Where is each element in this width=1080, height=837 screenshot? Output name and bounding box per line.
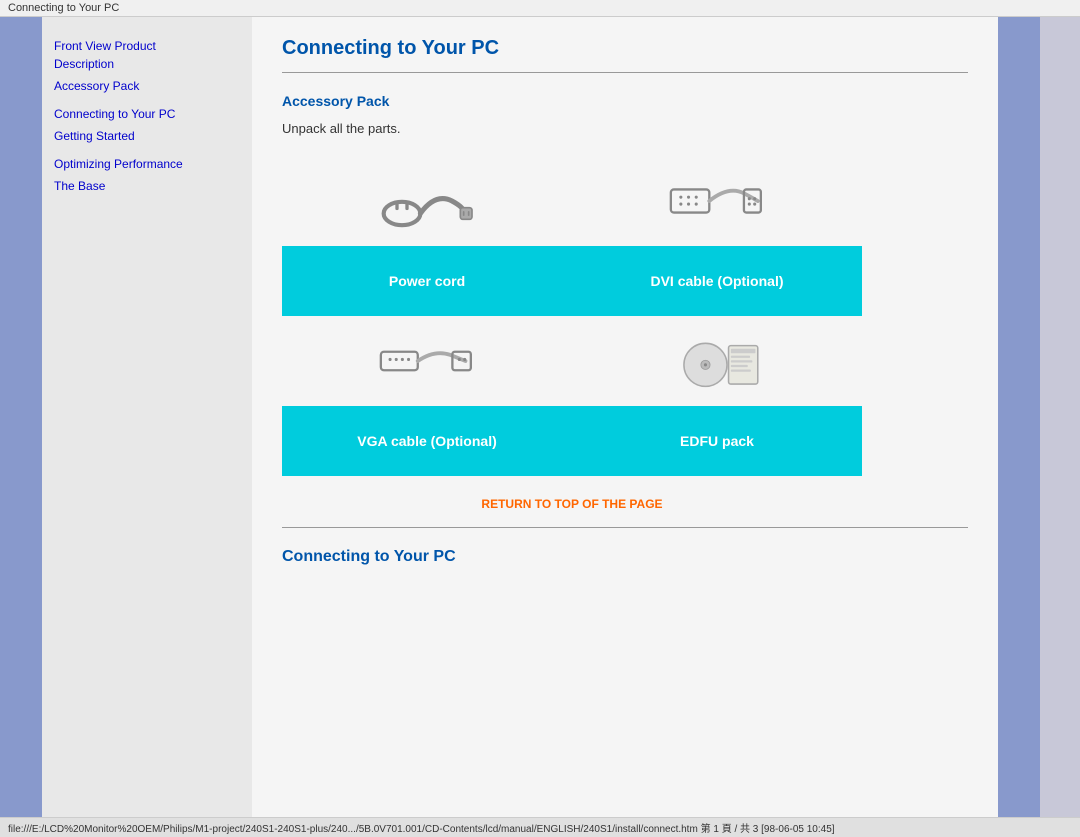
left-accent [0,17,42,817]
far-right [1040,17,1080,817]
return-link-container: RETURN TO TOP OF THE PAGE [282,496,862,511]
sidebar-item-optimizing[interactable]: Optimizing Performance [54,155,240,173]
power-cord-image [367,156,487,246]
main-content: Connecting to Your PC Accessory Pack Unp… [252,17,998,817]
sidebar-item-getting-started[interactable]: Getting Started [54,127,240,145]
title-bar: Connecting to Your PC [0,0,1080,17]
vga-cable-image [367,316,487,406]
dvi-cable-icon [667,166,767,236]
edfu-pack-label[interactable]: EDFU pack [572,406,862,476]
bottom-section-title: Connecting to Your PC [282,548,968,566]
sidebar-item-base[interactable]: The Base [54,177,240,195]
power-cord-icon [377,166,477,236]
sidebar-item-front-view[interactable]: Front View ProductDescription [54,37,240,73]
power-cord-label[interactable]: Power cord [282,246,572,316]
bottom-divider [282,527,968,528]
edfu-pack-cell: EDFU pack [572,316,862,476]
dvi-cable-image [657,156,777,246]
edfu-pack-image [657,316,777,406]
edfu-pack-icon [667,326,767,396]
accessory-subtitle: Unpack all the parts. [282,121,968,136]
sidebar-item-accessory-pack[interactable]: Accessory Pack [54,77,240,95]
vga-cable-icon [377,326,477,396]
status-text: file:///E:/LCD%20Monitor%20OEM/Philips/M… [8,824,835,835]
power-cord-cell: Power cord [282,156,572,316]
status-bar: file:///E:/LCD%20Monitor%20OEM/Philips/M… [0,817,1080,837]
accessory-section-title: Accessory Pack [282,93,968,109]
window-title: Connecting to Your PC [8,2,119,14]
sidebar: Front View ProductDescription Accessory … [42,17,252,817]
page-title: Connecting to Your PC [282,37,968,60]
return-to-top-link[interactable]: RETURN TO TOP OF THE PAGE [481,497,662,511]
right-accent [998,17,1040,817]
sidebar-item-connecting[interactable]: Connecting to Your PC [54,105,240,123]
vga-cable-label[interactable]: VGA cable (Optional) [282,406,572,476]
dvi-cable-cell: DVI cable (Optional) [572,156,862,316]
accessory-grid: Power cord [282,156,862,476]
vga-cable-cell: VGA cable (Optional) [282,316,572,476]
top-divider [282,72,968,73]
dvi-cable-label[interactable]: DVI cable (Optional) [572,246,862,316]
